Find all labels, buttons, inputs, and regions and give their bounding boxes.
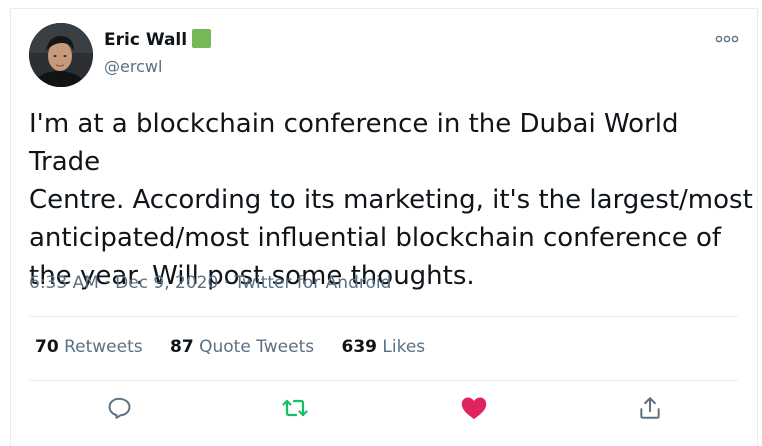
- divider: [29, 380, 738, 381]
- retweets-label: Retweets: [64, 337, 143, 357]
- meta-separator: ·: [104, 273, 110, 293]
- heart-icon[interactable]: [460, 395, 490, 425]
- author-name[interactable]: Eric Wall: [104, 30, 187, 50]
- tweet-date[interactable]: Dec 9, 2020: [115, 273, 218, 293]
- retweets-stat[interactable]: 70 Retweets: [35, 337, 143, 357]
- quote-tweets-label: Quote Tweets: [199, 337, 315, 357]
- tweet-text: I'm at a blockchain conference in the Du…: [29, 109, 753, 291]
- author-handle[interactable]: @ercwl: [104, 57, 162, 76]
- avatar-image: [29, 23, 93, 87]
- author-name-row[interactable]: Eric Wall: [104, 29, 212, 50]
- quote-tweets-stat[interactable]: 87 Quote Tweets: [170, 337, 314, 357]
- tweet-stats: 70 Retweets 87 Quote Tweets 639 Likes: [35, 337, 447, 357]
- retweet-icon[interactable]: [281, 395, 311, 425]
- tweet-actions: [11, 395, 757, 427]
- tweet-meta: 6:33 AM · Dec 9, 2020 · Twitter for Andr…: [29, 273, 391, 293]
- tweet-source[interactable]: Twitter for Android: [235, 273, 392, 293]
- meta-separator: ·: [223, 273, 230, 293]
- quote-tweets-count: 87: [170, 337, 194, 357]
- likes-label: Likes: [382, 337, 426, 357]
- retweets-count: 70: [35, 337, 59, 357]
- more-options-icon[interactable]: [715, 31, 739, 45]
- reply-icon[interactable]: [106, 395, 136, 425]
- tweet-time[interactable]: 6:33 AM: [29, 273, 99, 293]
- avatar[interactable]: [29, 23, 93, 87]
- share-icon[interactable]: [637, 395, 667, 425]
- tweet-card: Eric Wall @ercwl I'm at a blockchain con…: [10, 8, 758, 446]
- divider: [29, 316, 738, 317]
- green-square-badge: [192, 29, 212, 48]
- likes-stat[interactable]: 639 Likes: [342, 337, 426, 357]
- likes-count: 639: [341, 337, 378, 357]
